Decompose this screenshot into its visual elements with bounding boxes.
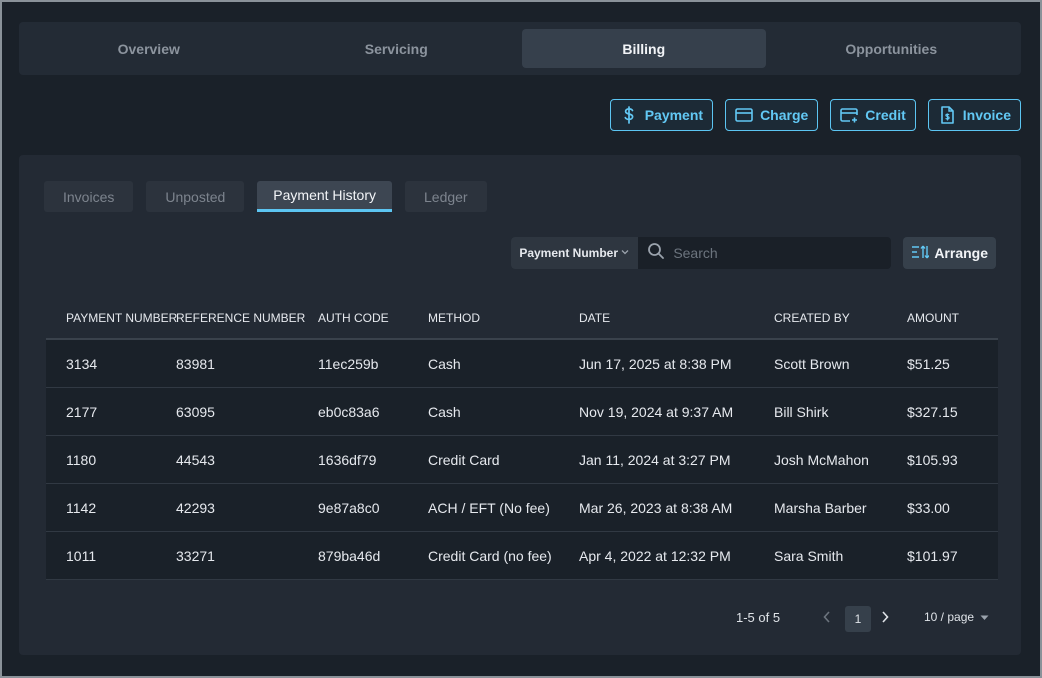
cell-auth-code: eb0c83a6 (318, 403, 380, 420)
tab-overview[interactable]: Overview (27, 29, 271, 68)
table-row[interactable]: 1011 33271 879ba46d Credit Card (no fee)… (46, 532, 998, 580)
column-header-created-by[interactable]: CREATED BY (774, 311, 907, 325)
cell-created-by: Scott Brown (774, 355, 850, 372)
table-row[interactable]: 3134 83981 11ec259b Cash Jun 17, 2025 at… (46, 340, 998, 388)
billing-sub-tabs: Invoices Unposted Payment History Ledger (44, 181, 487, 212)
tab-payment-history[interactable]: Payment History (257, 181, 392, 212)
payment-button-label: Payment (644, 107, 704, 123)
cell-amount: $327.15 (907, 403, 958, 420)
column-header-auth-code[interactable]: AUTH CODE (318, 311, 428, 325)
credit-button[interactable]: Credit (830, 99, 916, 131)
card-plus-icon (839, 105, 859, 125)
column-header-payment-number[interactable]: PAYMENT NUMBER (46, 311, 177, 325)
cell-auth-code: 879ba46d (318, 547, 381, 564)
invoice-button-label: Invoice (962, 107, 1011, 123)
cell-method: Cash (428, 355, 461, 372)
cell-date: Jun 17, 2025 at 8:38 PM (579, 355, 732, 372)
arrange-button-label: Arrange (934, 245, 988, 261)
cell-reference-number: 33271 (176, 547, 215, 564)
table-row[interactable]: 1180 44543 1636df79 Credit Card Jan 11, … (46, 436, 998, 484)
cell-amount: $105.93 (907, 451, 958, 468)
tab-billing[interactable]: Billing (522, 29, 766, 68)
cell-method: Credit Card (no fee) (428, 547, 552, 564)
column-header-method[interactable]: METHOD (428, 311, 579, 325)
payment-button[interactable]: Payment (609, 99, 714, 131)
caret-down-icon (980, 610, 989, 624)
cell-method: Credit Card (428, 451, 500, 468)
cell-method: ACH / EFT (No fee) (428, 499, 550, 516)
cell-date: Nov 19, 2024 at 9:37 AM (579, 403, 734, 420)
cell-created-by: Sara Smith (774, 547, 844, 564)
cell-date: Mar 26, 2023 at 8:38 AM (579, 499, 733, 516)
cell-auth-code: 9e87a8c0 (318, 499, 380, 516)
top-tab-bar: Overview Servicing Billing Opportunities (19, 22, 1021, 75)
cell-reference-number: 83981 (176, 355, 215, 372)
cell-created-by: Marsha Barber (774, 499, 867, 516)
cell-payment-number: 1142 (66, 499, 97, 516)
tab-invoices[interactable]: Invoices (44, 181, 134, 212)
cell-reference-number: 42293 (176, 499, 215, 516)
tab-servicing[interactable]: Servicing (275, 29, 519, 68)
table-header-row: PAYMENT NUMBER REFERENCE NUMBER AUTH COD… (46, 297, 998, 340)
billing-panel: Invoices Unposted Payment History Ledger… (19, 155, 1021, 655)
pagination: 1-5 of 5 1 10 / page (19, 605, 1021, 633)
page-number-button[interactable]: 1 (845, 606, 871, 632)
tab-ledger[interactable]: Ledger (405, 181, 487, 212)
column-header-date[interactable]: DATE (579, 311, 774, 325)
cell-payment-number: 1011 (66, 547, 97, 564)
tab-opportunities[interactable]: Opportunities (770, 29, 1014, 68)
search-group: Payment Number (511, 237, 892, 269)
page-size-select[interactable]: 10 / page (924, 610, 989, 624)
cell-date: Apr 4, 2022 at 12:32 PM (579, 547, 731, 564)
charge-button[interactable]: Charge (725, 99, 819, 131)
cell-auth-code: 11ec259b (318, 355, 379, 372)
page-size-value: 10 / page (924, 610, 975, 624)
pagination-range: 1-5 of 5 (736, 610, 781, 625)
invoice-button[interactable]: Invoice (927, 99, 1021, 131)
billing-actions: Payment Charge Credit Invoice (609, 99, 1021, 131)
arrange-sort-icon (911, 244, 930, 263)
cell-payment-number: 3134 (66, 355, 98, 372)
cell-payment-number: 1180 (66, 451, 97, 468)
chevron-right-icon[interactable] (880, 610, 890, 627)
chevron-left-icon[interactable] (822, 610, 832, 627)
table-toolbar: Payment Number Arrange (511, 237, 996, 269)
table-row[interactable]: 1142 42293 9e87a8c0 ACH / EFT (No fee) M… (46, 484, 998, 532)
cell-auth-code: 1636df79 (318, 451, 377, 468)
cell-payment-number: 2177 (66, 403, 98, 420)
dollar-icon (619, 105, 639, 125)
search-input[interactable] (673, 245, 874, 261)
cell-reference-number: 44543 (176, 451, 215, 468)
invoice-document-icon (937, 105, 957, 125)
search-field-select[interactable]: Payment Number (511, 237, 639, 269)
cell-reference-number: 63095 (176, 403, 215, 420)
credit-card-icon (734, 105, 754, 125)
cell-amount: $101.97 (907, 547, 958, 564)
credit-button-label: Credit (865, 107, 906, 123)
arrange-button[interactable]: Arrange (903, 237, 996, 269)
cell-method: Cash (428, 403, 461, 420)
table-row[interactable]: 2177 63095 eb0c83a6 Cash Nov 19, 2024 at… (46, 388, 998, 436)
charge-button-label: Charge (760, 107, 809, 123)
billing-window: Overview Servicing Billing Opportunities… (2, 2, 1040, 676)
search-icon (647, 242, 665, 265)
cell-amount: $51.25 (907, 355, 950, 372)
cell-amount: $33.00 (907, 499, 950, 516)
tab-unposted[interactable]: Unposted (146, 181, 245, 212)
search-field-value: Payment Number (519, 246, 619, 260)
search-box (638, 237, 891, 269)
column-header-reference-number[interactable]: REFERENCE NUMBER (176, 311, 318, 325)
chevron-down-icon (620, 246, 630, 260)
payment-history-table: PAYMENT NUMBER REFERENCE NUMBER AUTH COD… (46, 297, 998, 580)
cell-created-by: Bill Shirk (774, 403, 829, 420)
cell-created-by: Josh McMahon (774, 451, 869, 468)
column-header-amount[interactable]: AMOUNT (907, 311, 998, 325)
cell-date: Jan 11, 2024 at 3:27 PM (579, 451, 731, 468)
